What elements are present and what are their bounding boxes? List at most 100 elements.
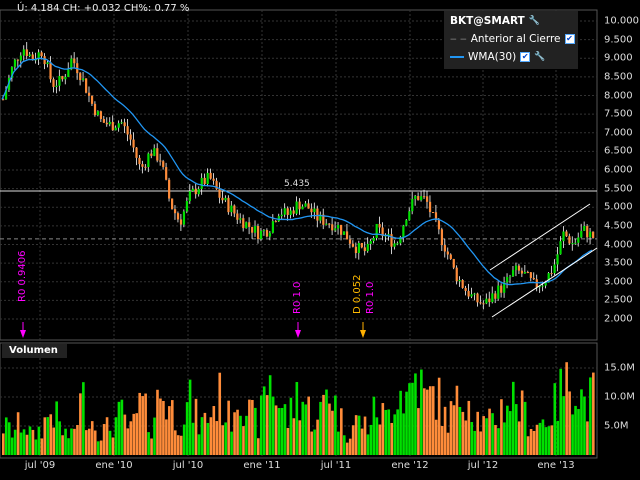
- volume-bar: [227, 400, 230, 455]
- candle-body: [298, 201, 301, 210]
- candle-body: [592, 231, 595, 238]
- volume-bar: [500, 399, 503, 455]
- candle-body: [295, 201, 298, 214]
- volume-bar: [402, 413, 405, 455]
- volume-bar: [541, 419, 545, 455]
- candle-body: [464, 287, 467, 291]
- volume-bar: [381, 403, 385, 455]
- volume-bar: [485, 418, 488, 455]
- candle-body: [19, 55, 22, 61]
- y-tick-label: 7.000: [604, 127, 633, 139]
- candle-body: [586, 225, 589, 238]
- volume-bar: [470, 422, 474, 455]
- candle-body: [523, 271, 527, 274]
- volume-bar: [491, 413, 494, 455]
- candle-body: [378, 223, 381, 228]
- y-tick-label: 8.000: [604, 90, 633, 101]
- candle-body: [393, 243, 396, 247]
- volume-bar: [488, 408, 491, 455]
- dashed-line-icon: ‒ ‒: [450, 33, 467, 45]
- volume-bar: [523, 401, 527, 455]
- candle-body: [28, 54, 31, 56]
- volume-bar: [256, 438, 260, 455]
- volume-bar: [162, 400, 165, 455]
- candle-body: [87, 92, 91, 96]
- volume-bar: [517, 421, 521, 455]
- candle-body: [262, 230, 266, 232]
- volume-bar: [431, 386, 435, 455]
- candle-body: [150, 153, 153, 156]
- candle-body: [132, 139, 135, 148]
- volume-bar: [168, 406, 171, 455]
- candle-body: [188, 191, 191, 202]
- volume-bar: [215, 421, 219, 455]
- volume-bar: [586, 421, 589, 455]
- volume-bar: [182, 424, 186, 455]
- candle-body: [452, 258, 455, 268]
- volume-bar: [550, 425, 554, 455]
- volume-bar: [70, 428, 73, 455]
- volume-bar: [67, 438, 70, 455]
- volume-bar: [340, 408, 343, 455]
- candle-body: [325, 223, 328, 225]
- candle-body: [437, 220, 441, 230]
- volume-bar: [194, 398, 198, 455]
- volume-bar: [185, 402, 189, 455]
- candle-body: [197, 188, 200, 195]
- volume-bar: [102, 424, 106, 455]
- volume-bar: [179, 435, 183, 455]
- price-volume-chart[interactable]: [0, 0, 640, 480]
- volume-bar: [366, 434, 370, 455]
- candle-body: [144, 166, 147, 168]
- candle-body: [176, 213, 180, 220]
- volume-bar: [248, 399, 251, 455]
- y-tick-label: 4.500: [604, 220, 633, 232]
- candle-body: [283, 208, 286, 215]
- volume-bar: [562, 396, 565, 455]
- candle-body: [360, 243, 363, 248]
- volume-bar: [132, 413, 136, 455]
- checkbox-checked-icon[interactable]: ✔: [520, 52, 531, 62]
- candle-body: [494, 293, 497, 299]
- volume-bar: [589, 377, 592, 455]
- wrench-icon[interactable]: 🔧: [529, 16, 540, 26]
- volume-bar: [280, 407, 284, 455]
- volume-bar: [82, 382, 85, 455]
- volume-bar: [571, 414, 574, 455]
- volume-bar: [414, 373, 417, 455]
- volume-bar: [218, 372, 222, 455]
- candle-body: [138, 157, 141, 165]
- candle-body: [147, 153, 150, 168]
- volume-bar: [135, 413, 139, 455]
- volume-bar: [506, 405, 509, 455]
- y-tick-label: 2.500: [604, 294, 633, 306]
- candle-body: [440, 229, 444, 246]
- volume-bar: [245, 415, 248, 455]
- candle-body: [156, 148, 159, 161]
- candle-body: [212, 178, 215, 181]
- volume-bar: [482, 416, 485, 455]
- volume-bar: [49, 414, 53, 455]
- candle-body: [271, 221, 275, 233]
- volume-bar: [13, 429, 17, 455]
- candle-body: [105, 122, 108, 125]
- volume-bar: [325, 389, 328, 455]
- candle-body: [25, 49, 28, 56]
- volume-bar: [55, 401, 58, 455]
- legend-item-label: Anterior al Cierre: [470, 33, 561, 45]
- candle-body: [102, 119, 106, 123]
- candle-body: [556, 254, 559, 265]
- y-tick-label: 7.500: [604, 108, 633, 120]
- candle-body: [577, 237, 580, 243]
- y-tick-label: 5.000: [604, 201, 633, 213]
- candle-body: [256, 226, 260, 240]
- candle-body: [514, 265, 518, 271]
- volume-bar: [31, 429, 35, 455]
- volume-bar: [583, 396, 586, 455]
- wrench-icon[interactable]: 🔧: [534, 52, 545, 62]
- candle-body: [491, 293, 494, 303]
- checkbox-checked-icon[interactable]: ✔: [564, 34, 575, 44]
- candle-body: [126, 126, 129, 135]
- candle-body: [559, 241, 562, 255]
- candle-body: [511, 270, 515, 277]
